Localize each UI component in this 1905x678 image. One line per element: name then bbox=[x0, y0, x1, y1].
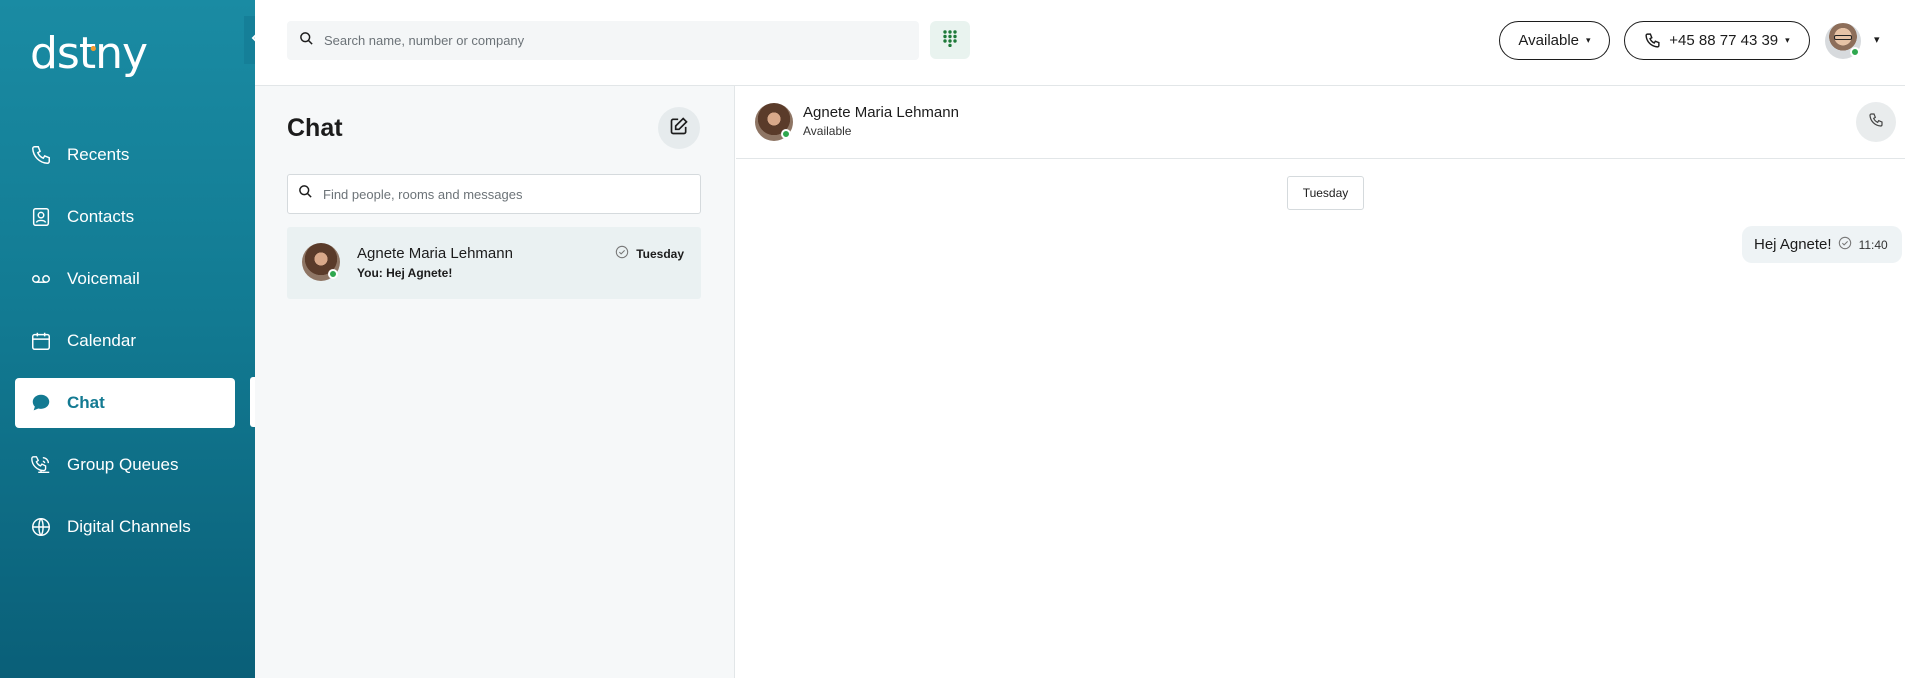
phone-icon bbox=[29, 143, 53, 167]
globe-icon bbox=[29, 515, 53, 539]
conversation-date: Tuesday bbox=[615, 245, 684, 262]
avatar-photo-detail bbox=[1834, 35, 1852, 40]
contact-name: Agnete Maria Lehmann bbox=[803, 104, 959, 121]
avatar bbox=[302, 243, 340, 281]
sidebar-item-group-queues[interactable]: Group Queues bbox=[15, 440, 235, 490]
search-icon bbox=[299, 31, 314, 51]
logo-accent-dot: • bbox=[88, 39, 99, 60]
compose-icon bbox=[669, 116, 689, 141]
group-queue-icon bbox=[29, 453, 53, 477]
user-menu-caret-icon[interactable]: ▾ bbox=[1874, 33, 1880, 46]
top-bar: Available ▾ +45 88 77 43 39 ▾ ▾ bbox=[255, 0, 1905, 86]
conversation-header: Agnete Maria Lehmann Available bbox=[736, 86, 1905, 159]
status-label: Available bbox=[1518, 32, 1580, 49]
chevron-down-icon: ▾ bbox=[1785, 35, 1790, 45]
sidebar-item-label: Chat bbox=[67, 393, 105, 412]
dialpad-button[interactable] bbox=[930, 21, 970, 59]
availability-status-dropdown[interactable]: Available ▾ bbox=[1499, 21, 1610, 60]
page-title: Chat bbox=[287, 114, 343, 142]
search-icon bbox=[298, 184, 313, 204]
sidebar-item-calendar[interactable]: Calendar bbox=[15, 316, 235, 366]
conversation-list-item[interactable]: Agnete Maria Lehmann You: Hej Agnete! Tu… bbox=[287, 227, 701, 299]
voicemail-icon bbox=[29, 267, 53, 291]
new-chat-button[interactable] bbox=[658, 107, 700, 149]
sidebar: dstny • Recents Contacts Voicemail Calend… bbox=[0, 0, 255, 678]
sidebar-item-voicemail[interactable]: Voicemail bbox=[15, 254, 235, 304]
date-divider: Tuesday bbox=[1287, 176, 1364, 210]
phone-number: +45 88 77 43 39 bbox=[1669, 32, 1779, 49]
chevron-down-icon: ▾ bbox=[1586, 35, 1591, 45]
message-bubble[interactable]: Hej Agnete! 11:40 bbox=[1742, 226, 1902, 263]
sidebar-item-recents[interactable]: Recents bbox=[15, 130, 235, 180]
sidebar-item-digital-channels[interactable]: Digital Channels bbox=[15, 502, 235, 552]
call-contact-button[interactable] bbox=[1856, 102, 1896, 142]
sidebar-item-label: Digital Channels bbox=[67, 517, 191, 536]
contact-card-icon bbox=[29, 205, 53, 229]
sidebar-item-chat[interactable]: Chat bbox=[15, 378, 235, 428]
global-search[interactable] bbox=[287, 21, 919, 60]
message-text: Hej Agnete! bbox=[1754, 236, 1832, 253]
chat-bubble-icon bbox=[29, 391, 53, 415]
phone-icon bbox=[1868, 112, 1884, 133]
sidebar-item-label: Recents bbox=[67, 145, 130, 164]
main-navigation: Recents Contacts Voicemail Calendar Chat bbox=[15, 130, 235, 564]
delivered-check-icon bbox=[1838, 236, 1852, 254]
sidebar-item-label: Calendar bbox=[67, 331, 136, 350]
online-status-dot bbox=[781, 129, 791, 139]
delivered-check-icon bbox=[615, 245, 629, 262]
sidebar-item-label: Voicemail bbox=[67, 269, 140, 288]
chat-search[interactable] bbox=[287, 174, 701, 214]
conversation-preview: You: Hej Agnete! bbox=[357, 266, 453, 280]
chat-list-panel: Chat Agnete Maria Lehmann You: Hej Agnet… bbox=[255, 86, 735, 678]
global-search-input[interactable] bbox=[324, 33, 884, 48]
calendar-icon bbox=[29, 329, 53, 353]
conversation-name: Agnete Maria Lehmann bbox=[357, 245, 513, 262]
conversation-date-label: Tuesday bbox=[636, 246, 684, 261]
contact-status: Available bbox=[803, 124, 852, 138]
sidebar-item-label: Contacts bbox=[67, 207, 135, 226]
phone-icon bbox=[1644, 32, 1661, 49]
phone-number-dropdown[interactable]: +45 88 77 43 39 ▾ bbox=[1624, 21, 1810, 60]
dialpad-icon bbox=[942, 29, 958, 52]
message-time: 11:40 bbox=[1858, 237, 1888, 252]
chat-search-input[interactable] bbox=[323, 186, 683, 202]
sidebar-item-contacts[interactable]: Contacts bbox=[15, 192, 235, 242]
online-status-dot bbox=[328, 269, 338, 279]
avatar[interactable] bbox=[755, 103, 793, 141]
user-avatar[interactable] bbox=[1825, 23, 1861, 59]
dstny-logo[interactable]: dstny • bbox=[30, 30, 148, 78]
online-status-dot bbox=[1850, 47, 1860, 57]
sidebar-item-label: Group Queues bbox=[67, 455, 179, 474]
